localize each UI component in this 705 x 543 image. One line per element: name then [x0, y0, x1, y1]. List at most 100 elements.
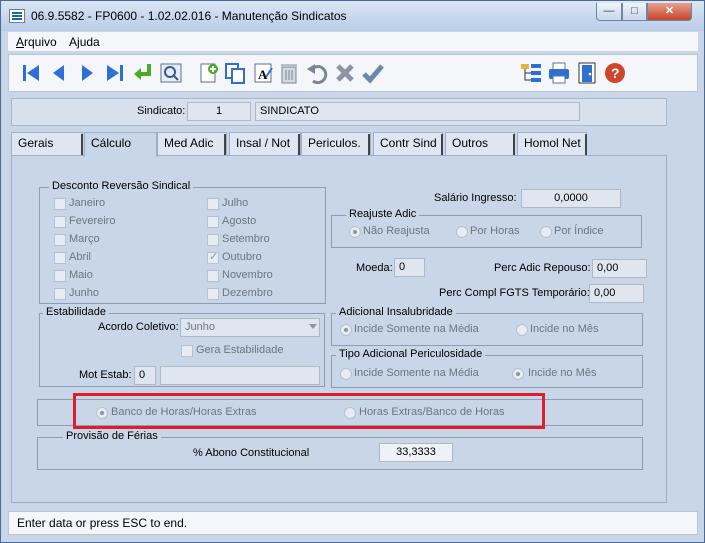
tab-bar: Gerais Cálculo Med Adic Insal / Not Peri… [11, 132, 667, 157]
sindicato-label: Sindicato: [137, 105, 186, 117]
save-icon[interactable] [361, 61, 385, 85]
moeda-field[interactable]: 0 [394, 258, 425, 277]
reajuste-group: Reajuste Adic Não Reajusta Por Horas Por… [331, 208, 642, 248]
perc-fgts-label: Perc Compl FGTS Temporário: [439, 287, 590, 299]
desconto-title: Desconto Reversão Sindical [49, 180, 194, 192]
previous-record-icon[interactable] [47, 61, 71, 85]
radio-por-horas[interactable] [456, 226, 468, 238]
calculo-panel: Desconto Reversão Sindical Janeiro Fever… [11, 155, 667, 503]
periculosidade-title: Tipo Adicional Periculosidade [336, 348, 486, 360]
tab-calculo[interactable]: Cálculo [84, 132, 157, 157]
label-julho: Julho [222, 197, 249, 209]
maximize-button[interactable]: □ [622, 3, 647, 21]
first-record-icon[interactable] [19, 61, 43, 85]
tab-separator [368, 134, 370, 155]
checkbox-julho[interactable] [207, 198, 219, 210]
tab-homol-net[interactable]: Homol Net [517, 132, 587, 156]
goto-icon[interactable] [131, 61, 155, 85]
acordo-label: Acordo Coletivo: [98, 321, 179, 333]
checkbox-fevereiro[interactable] [54, 216, 66, 228]
label-por-horas: Por Horas [470, 225, 520, 237]
mot-estab-field[interactable]: 0 [134, 366, 156, 385]
checkbox-maio[interactable] [54, 270, 66, 282]
desconto-group: Desconto Reversão Sindical Janeiro Fever… [39, 180, 326, 304]
tab-outros[interactable]: Outros [445, 132, 515, 156]
tab-separator [441, 134, 443, 155]
gera-estabilidade-label: Gera Estabilidade [196, 344, 284, 356]
radio-insal-media[interactable] [340, 324, 352, 336]
tab-separator [298, 134, 300, 155]
app-icon [9, 9, 25, 23]
delete-icon[interactable] [277, 61, 301, 85]
checkbox-junho[interactable] [54, 288, 66, 300]
search-icon[interactable] [159, 61, 183, 85]
close-button[interactable]: ✕ [647, 3, 692, 21]
checkbox-setembro[interactable] [207, 234, 219, 246]
label-novembro: Novembro [222, 269, 273, 281]
perc-fgts-field[interactable]: 0,00 [589, 284, 644, 303]
tab-separator [585, 134, 587, 155]
perc-repouso-label: Perc Adic Repouso: [494, 262, 591, 274]
estabilidade-group: Estabilidade Acordo Coletivo: Junho Gera… [39, 306, 325, 387]
edit-icon[interactable]: A [251, 61, 275, 85]
copy-icon[interactable] [223, 61, 247, 85]
checkbox-dezembro[interactable] [207, 288, 219, 300]
new-record-icon[interactable] [197, 61, 221, 85]
radio-peric-mes[interactable] [512, 368, 524, 380]
label-peric-media: Incide Somente na Média [354, 367, 479, 379]
tab-gerais[interactable]: Gerais [11, 132, 83, 156]
label-dezembro: Dezembro [222, 287, 273, 299]
tab-periculos[interactable]: Periculos. [301, 132, 371, 156]
main-window: 06.9.5582 - FP0600 - 1.02.02.016 - Manut… [0, 0, 705, 543]
chevron-down-icon [309, 324, 317, 329]
perc-repouso-field[interactable]: 0,00 [592, 259, 647, 278]
checkbox-outubro[interactable] [207, 250, 219, 264]
tab-separator [81, 134, 83, 155]
abono-field[interactable]: 33,3333 [379, 443, 453, 462]
label-insal-mes: Incide no Mês [530, 323, 599, 335]
radio-peric-media[interactable] [340, 368, 352, 380]
reajuste-title: Reajuste Adic [346, 208, 420, 220]
insalubridade-group: Adicional Insalubridade Incide Somente n… [331, 306, 643, 346]
acordo-value: Junho [185, 321, 215, 333]
tab-insal-not[interactable]: Insal / Not [229, 132, 301, 156]
label-setembro: Setembro [222, 233, 270, 245]
checkbox-marco[interactable] [54, 234, 66, 246]
moeda-label: Moeda: [356, 262, 393, 274]
insalubridade-title: Adicional Insalubridade [336, 306, 456, 318]
minimize-button[interactable]: — [596, 3, 622, 21]
estabilidade-title: Estabilidade [43, 306, 109, 318]
checkbox-agosto[interactable] [207, 216, 219, 228]
salario-field[interactable]: 0,0000 [521, 189, 621, 208]
checkbox-abril[interactable] [54, 252, 66, 264]
ferias-group: Provisão de Férias % Abono Constituciona… [37, 430, 643, 470]
menu-ajuda[interactable]: Ajuda [69, 35, 100, 49]
label-maio: Maio [69, 269, 93, 281]
sindicato-name-field: SINDICATO [255, 102, 580, 121]
label-nao-reajusta: Não Reajusta [363, 225, 430, 237]
last-record-icon[interactable] [103, 61, 127, 85]
tab-contr-sind[interactable]: Contr Sind [373, 132, 443, 156]
checkbox-janeiro[interactable] [54, 198, 66, 210]
undo-icon[interactable] [305, 61, 329, 85]
cancel-icon[interactable] [333, 61, 357, 85]
sindicato-code-field[interactable]: 1 [187, 102, 251, 121]
exit-door-icon[interactable] [575, 61, 599, 85]
radio-por-indice[interactable] [540, 226, 552, 238]
tree-icon[interactable] [519, 61, 543, 85]
checkbox-gera-estabilidade[interactable] [181, 345, 193, 357]
title-bar: 06.9.5582 - FP0600 - 1.02.02.016 - Manut… [1, 1, 704, 31]
mot-estab-label: Mot Estab: [79, 369, 132, 381]
status-bar: Enter data or press ESC to end. [8, 511, 698, 535]
checkbox-novembro[interactable] [207, 270, 219, 282]
radio-nao-reajusta[interactable] [349, 226, 361, 238]
print-icon[interactable] [547, 61, 571, 85]
abono-label: % Abono Constitucional [193, 447, 310, 459]
acordo-select[interactable]: Junho [180, 318, 320, 337]
menu-arquivo[interactable]: Arquivo [16, 35, 57, 49]
help-icon[interactable]: ? [603, 61, 627, 85]
next-record-icon[interactable] [75, 61, 99, 85]
tab-med-adic[interactable]: Med Adic [157, 132, 227, 156]
radio-insal-mes[interactable] [516, 324, 528, 336]
tab-separator [224, 134, 226, 155]
